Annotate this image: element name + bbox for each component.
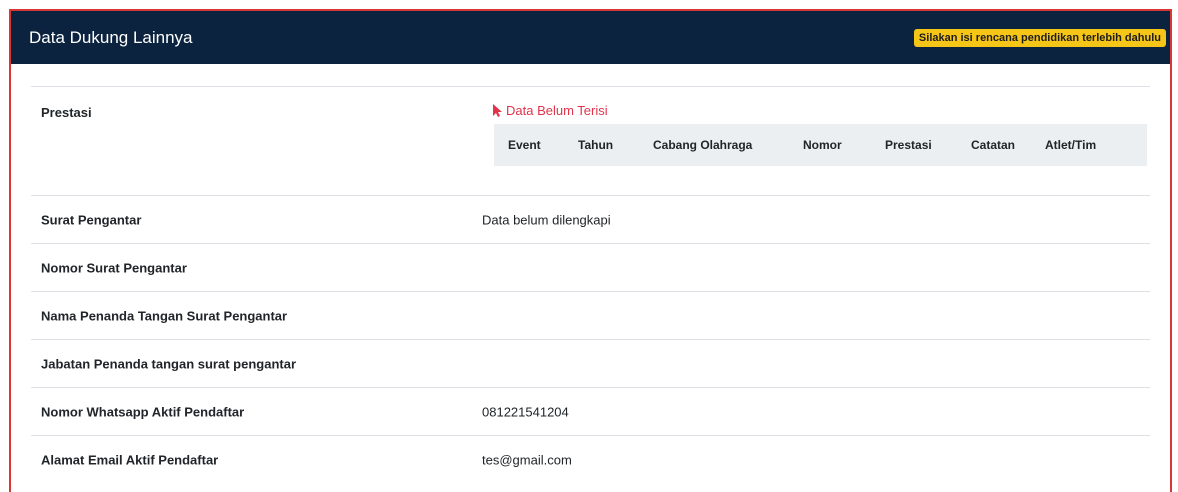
row-label: Nama Penanda Tangan Surat Pengantar <box>41 308 288 323</box>
prestasi-label: Prestasi <box>41 105 92 120</box>
row-value: tes@gmail.com <box>482 452 572 467</box>
warning-badge: Silakan isi rencana pendidikan terlebih … <box>913 28 1166 47</box>
row-surat-pengantar: Surat Pengantar Data belum dilengkapi <box>31 195 1150 243</box>
row-prestasi: Prestasi Data Belum Terisi Event Tahun C… <box>31 86 1150 195</box>
row-nomor-whatsapp: Nomor Whatsapp Aktif Pendaftar 081221541… <box>31 387 1150 435</box>
pointer-arrow-icon <box>493 104 502 117</box>
prestasi-table: Event Tahun Cabang Olahraga Nomor Presta… <box>494 124 1147 166</box>
row-nama-penanda-tangan: Nama Penanda Tangan Surat Pengantar <box>31 291 1150 339</box>
col-cabang-olahraga: Cabang Olahraga <box>653 138 753 152</box>
row-nomor-surat-pengantar: Nomor Surat Pengantar <box>31 243 1150 291</box>
col-tahun: Tahun <box>578 138 614 152</box>
row-value: Data belum dilengkapi <box>482 212 611 227</box>
row-alamat-email: Alamat Email Aktif Pendaftar tes@gmail.c… <box>31 435 1150 483</box>
row-label: Nomor Surat Pengantar <box>41 260 187 275</box>
col-nomor: Nomor <box>803 138 842 152</box>
data-dukung-panel: Data Dukung Lainnya Silakan isi rencana … <box>9 9 1172 492</box>
panel-title: Data Dukung Lainnya <box>29 27 193 47</box>
prestasi-table-header-row: Event Tahun Cabang Olahraga Nomor Presta… <box>494 124 1147 166</box>
col-prestasi: Prestasi <box>885 138 932 152</box>
row-label: Alamat Email Aktif Pendaftar <box>41 452 219 467</box>
row-value: 081221541204 <box>482 404 569 419</box>
col-catatan: Catatan <box>971 138 1016 152</box>
panel-body: Prestasi Data Belum Terisi Event Tahun C… <box>11 86 1170 483</box>
col-atlet-tim: Atlet/Tim <box>1045 138 1097 152</box>
row-jabatan-penanda-tangan: Jabatan Penanda tangan surat pengantar <box>31 339 1150 387</box>
col-event: Event <box>508 138 541 152</box>
prestasi-empty-text: Data Belum Terisi <box>506 103 608 118</box>
prestasi-empty-notice: Data Belum Terisi <box>492 103 608 118</box>
panel-header: Data Dukung Lainnya Silakan isi rencana … <box>11 11 1170 64</box>
row-label: Nomor Whatsapp Aktif Pendaftar <box>41 404 245 419</box>
row-label: Surat Pengantar <box>41 212 142 227</box>
row-label: Jabatan Penanda tangan surat pengantar <box>41 356 297 371</box>
